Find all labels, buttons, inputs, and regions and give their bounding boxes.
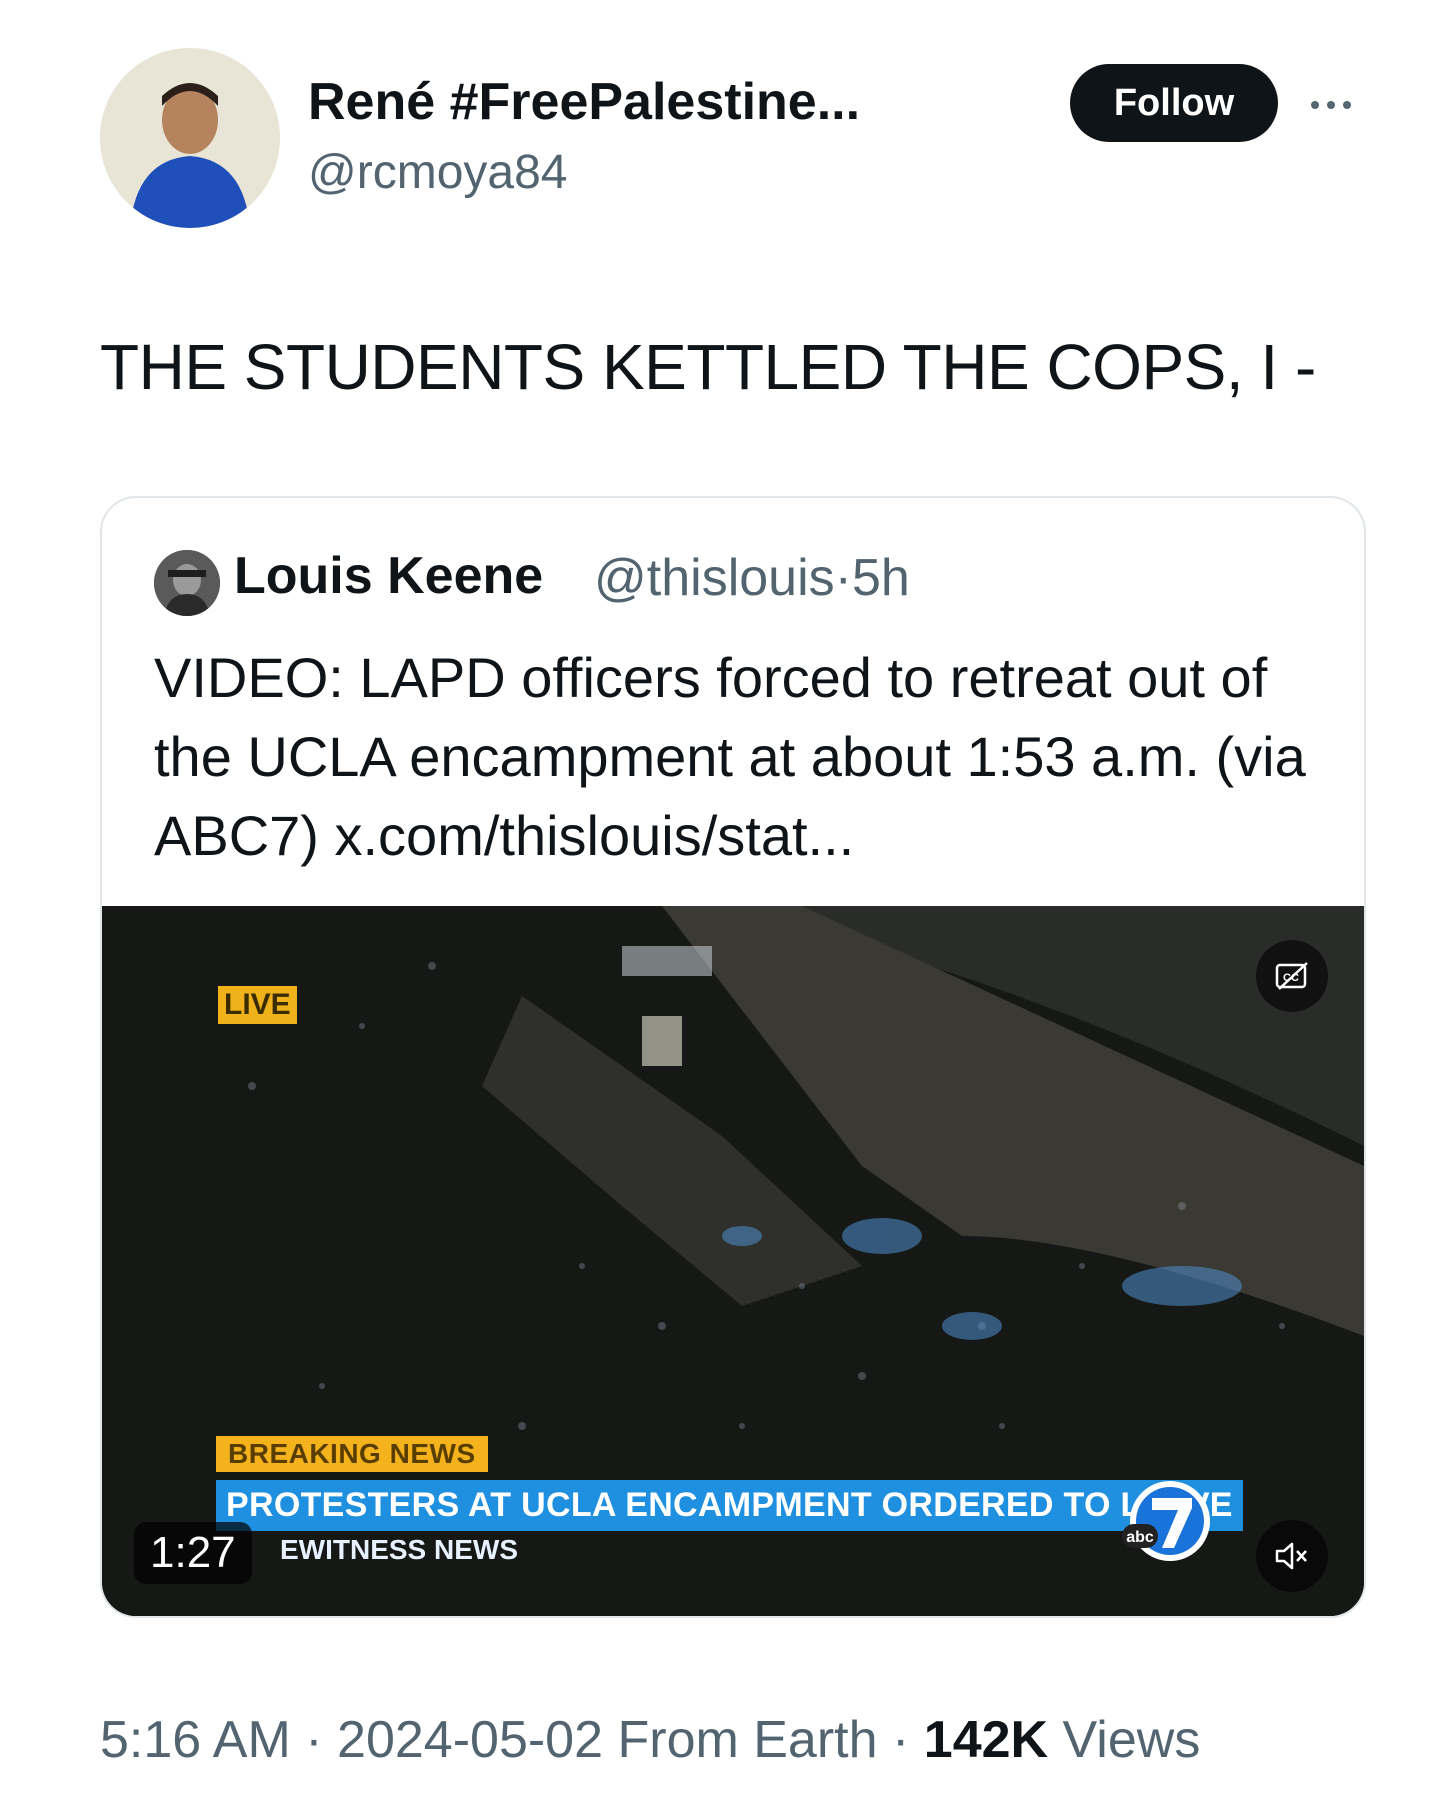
tweet-location: From Earth xyxy=(617,1711,878,1769)
author-avatar[interactable] xyxy=(100,48,280,228)
tweet-time[interactable]: 5:16 AM xyxy=(100,1711,291,1769)
tweet-meta: 5:16 AM · 2024-05-02 From Earth · 142K V… xyxy=(100,1710,1200,1770)
meta-dot: · xyxy=(892,1711,910,1769)
author-handle[interactable]: @rcmoya84 xyxy=(308,145,567,200)
quoted-author-handle[interactable]: @thislouis xyxy=(594,549,835,607)
separator-dot: · xyxy=(834,549,852,607)
more-horizontal-icon[interactable] xyxy=(1306,80,1356,130)
abc-logo-text: abc xyxy=(1126,1529,1154,1546)
quoted-tweet-card[interactable]: Louis Keene @thislouis·5h VIDEO: LAPD of… xyxy=(100,496,1366,1618)
views-count[interactable]: 142K xyxy=(924,1711,1048,1769)
quoted-author-handle-line: @thislouis·5h xyxy=(594,548,910,608)
tweet-text: THE STUDENTS KETTLED THE COPS, I - xyxy=(100,331,1316,403)
video-duration: 1:27 xyxy=(134,1522,252,1584)
meta-dot: · xyxy=(305,1711,323,1769)
captions-off-icon[interactable]: CC xyxy=(1256,940,1328,1012)
quoted-tweet-text: VIDEO: LAPD officers forced to retreat o… xyxy=(154,646,1306,867)
news-headline-banner: PROTESTERS AT UCLA ENCAMPMENT ORDERED TO… xyxy=(216,1480,1243,1531)
author-display-name[interactable]: René #FreePalestine... xyxy=(308,72,860,132)
volume-muted-icon[interactable] xyxy=(1256,1520,1328,1592)
quoted-author-name[interactable]: Louis Keene xyxy=(234,546,543,606)
breaking-news-banner: BREAKING NEWS xyxy=(216,1436,488,1472)
abc7-logo: abc xyxy=(1122,1476,1212,1571)
video-player[interactable]: LIVE BREAKING NEWS PROTESTERS AT UCLA EN… xyxy=(102,906,1364,1616)
live-badge: LIVE xyxy=(218,986,297,1024)
quoted-age: 5h xyxy=(851,549,910,607)
program-name: EWITNESS NEWS xyxy=(280,1534,519,1565)
views-label[interactable]: Views xyxy=(1063,1711,1201,1769)
quoted-author-avatar[interactable] xyxy=(154,550,220,616)
follow-button[interactable]: Follow xyxy=(1070,64,1278,142)
tweet-date[interactable]: 2024-05-02 xyxy=(337,1711,603,1769)
